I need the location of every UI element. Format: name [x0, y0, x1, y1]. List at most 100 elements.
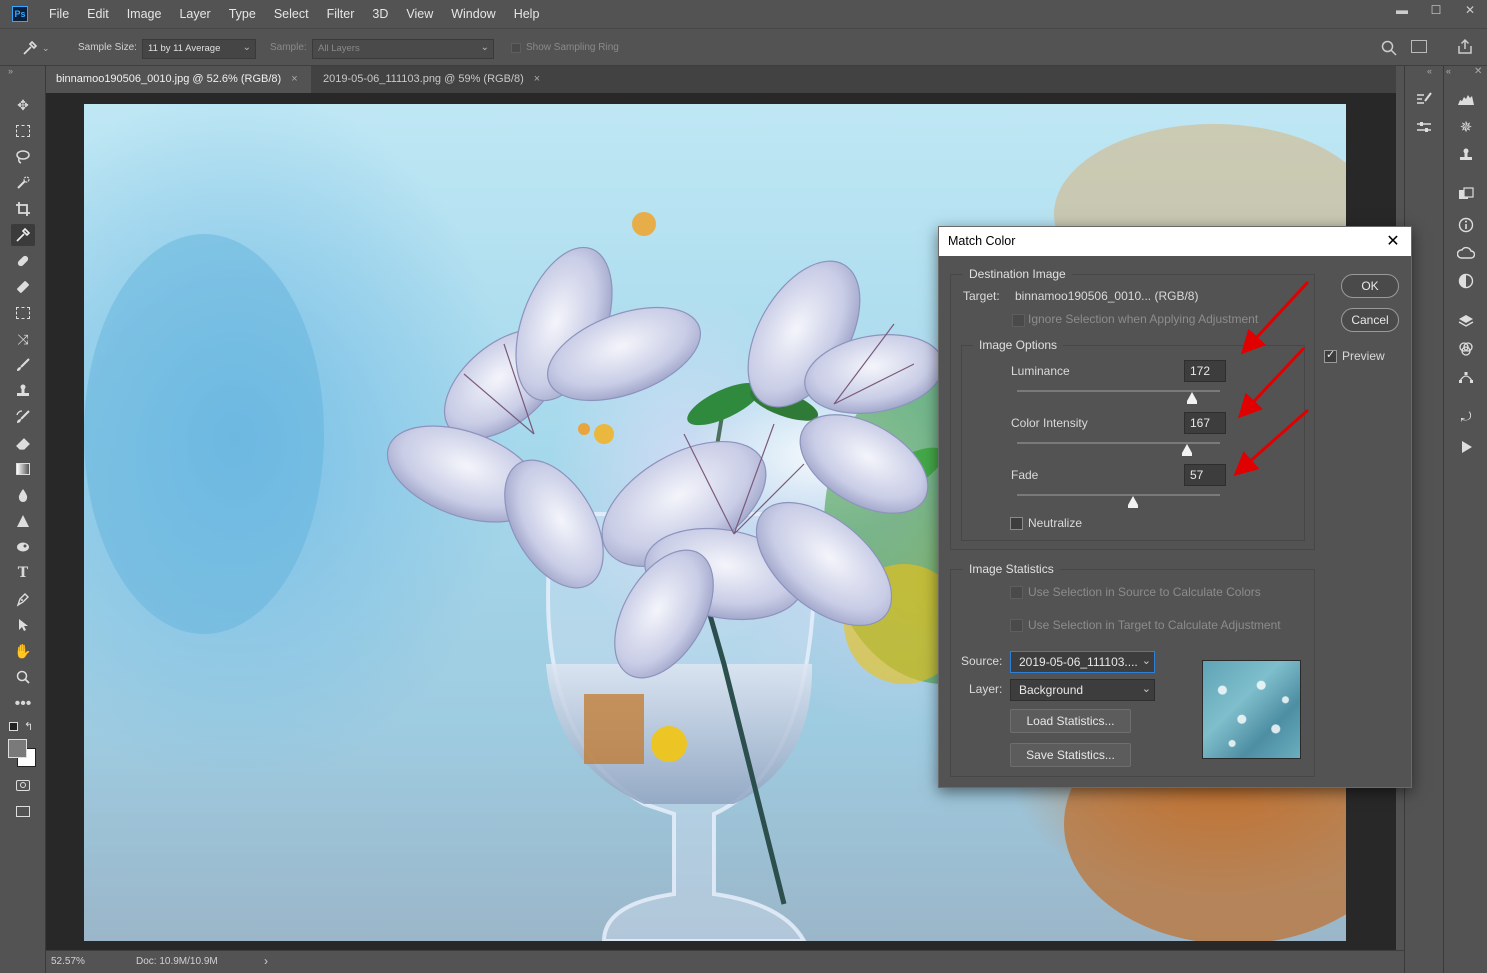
menu-edit[interactable]: Edit	[78, 0, 118, 28]
marquee-tool[interactable]	[11, 120, 35, 142]
gradient-tool[interactable]	[11, 458, 35, 480]
eraser-tool[interactable]	[11, 432, 35, 454]
menu-type[interactable]: Type	[220, 0, 265, 28]
default-colors-icon[interactable]	[9, 722, 18, 731]
path-selection-tool[interactable]	[11, 614, 35, 636]
pen-tool[interactable]	[11, 588, 35, 610]
color-intensity-label: Color Intensity	[1011, 416, 1088, 430]
layers-icon[interactable]	[1454, 310, 1478, 332]
workspace-icon[interactable]	[1411, 40, 1427, 53]
fade-slider-thumb[interactable]	[1127, 496, 1138, 508]
use-selection-target-checkbox[interactable]	[1010, 619, 1023, 632]
type-tool[interactable]: T	[11, 562, 35, 584]
menu-select[interactable]: Select	[265, 0, 318, 28]
creative-cloud-icon[interactable]	[1454, 242, 1478, 264]
sample-select[interactable]: All Layers ⌄	[312, 39, 494, 59]
brush-settings-icon[interactable]	[1412, 88, 1436, 110]
save-statistics-button[interactable]: Save Statistics...	[1010, 743, 1131, 767]
maximize-button[interactable]: ☐	[1419, 0, 1453, 20]
ok-button[interactable]: OK	[1341, 274, 1399, 298]
panel-menu-icon[interactable]: ✕	[1474, 66, 1482, 77]
menu-3d[interactable]: 3D	[363, 0, 397, 28]
fade-input[interactable]: 57	[1184, 464, 1226, 486]
eraser-icon	[16, 438, 30, 450]
sample-size-select[interactable]: 11 by 11 Average ⌄	[142, 39, 256, 59]
share-icon[interactable]	[1456, 38, 1474, 59]
minimize-button[interactable]: ▬	[1385, 0, 1419, 20]
luminance-slider-thumb[interactable]	[1186, 392, 1197, 404]
histogram-icon[interactable]	[1454, 88, 1478, 110]
fade-slider-track[interactable]	[1017, 494, 1220, 496]
quick-select-tool[interactable]	[11, 172, 35, 194]
history-icon[interactable]: ⤾	[1454, 406, 1478, 428]
menu-filter[interactable]: Filter	[318, 0, 364, 28]
info-icon[interactable]	[1454, 214, 1478, 236]
collapse-panel-icon[interactable]: »	[8, 66, 13, 76]
neutralize-checkbox[interactable]	[1010, 517, 1023, 530]
luminance-input[interactable]: 172	[1184, 360, 1226, 382]
healing-brush-tool[interactable]	[11, 250, 35, 272]
brush-tool[interactable]	[11, 354, 35, 376]
tool-preset-picker[interactable]: ⌄	[22, 38, 56, 58]
use-selection-target-label: Use Selection in Target to Calculate Adj…	[1028, 618, 1281, 632]
zoom-tool[interactable]	[11, 666, 35, 688]
source-select[interactable]: 2019-05-06_111103.... ⌄	[1010, 651, 1155, 673]
brush-icon	[17, 358, 30, 371]
navigator-icon[interactable]: ✵	[1454, 116, 1478, 138]
brush-presets-icon[interactable]	[1412, 116, 1436, 138]
eyedropper-tool[interactable]	[11, 224, 35, 246]
crop-tool[interactable]	[11, 198, 35, 220]
sharpen-tool[interactable]	[11, 510, 35, 532]
use-selection-source-checkbox[interactable]	[1010, 586, 1023, 599]
actions-play-icon[interactable]	[1454, 436, 1478, 458]
tab-2019-05-06[interactable]: 2019-05-06_111103.png @ 59% (RGB/8) ×	[313, 66, 555, 93]
content-aware-move-tool[interactable]	[11, 302, 35, 324]
load-statistics-button[interactable]: Load Statistics...	[1010, 709, 1131, 733]
tab-binnamoo[interactable]: binnamoo190506_0010.jpg @ 52.6% (RGB/8) ×	[46, 66, 311, 93]
tab-label: binnamoo190506_0010.jpg @ 52.6% (RGB/8)	[56, 73, 282, 85]
preview-checkbox[interactable]	[1324, 348, 1337, 363]
menu-image[interactable]: Image	[118, 0, 171, 28]
hand-tool[interactable]: ✋	[11, 640, 35, 662]
layer-select[interactable]: Background ⌄	[1010, 679, 1155, 701]
close-window-button[interactable]: ✕	[1453, 0, 1487, 20]
expand-panel-icon[interactable]: «	[1446, 66, 1451, 76]
quick-mask-button[interactable]	[11, 774, 35, 796]
menu-file[interactable]: File	[40, 0, 78, 28]
menu-help[interactable]: Help	[505, 0, 549, 28]
sponge-icon	[17, 542, 29, 552]
dodge-tool[interactable]	[11, 536, 35, 558]
channels-icon[interactable]	[1454, 338, 1478, 360]
close-icon[interactable]: ✕	[1383, 231, 1403, 251]
close-icon[interactable]: ×	[534, 73, 540, 85]
lasso-tool[interactable]	[11, 146, 35, 168]
adjustments-icon[interactable]	[1454, 270, 1478, 292]
blur-tool[interactable]	[11, 484, 35, 506]
libraries-icon[interactable]	[1454, 184, 1478, 206]
clone-stamp-tool[interactable]	[11, 380, 35, 402]
move-tool[interactable]: ✥	[11, 94, 35, 116]
ignore-selection-checkbox[interactable]	[1012, 314, 1025, 327]
paths-icon[interactable]	[1454, 366, 1478, 388]
swap-colors-icon[interactable]: ↰	[24, 720, 33, 733]
color-intensity-slider-thumb[interactable]	[1181, 444, 1192, 456]
clone-source-icon[interactable]	[1454, 144, 1478, 166]
zoom-level[interactable]: 52.57%	[51, 956, 85, 967]
cancel-button[interactable]: Cancel	[1341, 308, 1399, 332]
history-brush-tool[interactable]	[11, 406, 35, 428]
color-intensity-input[interactable]: 167	[1184, 412, 1226, 434]
screen-mode-button[interactable]	[11, 800, 35, 822]
menu-view[interactable]: View	[397, 0, 442, 28]
patch-tool[interactable]	[11, 276, 35, 298]
menu-layer[interactable]: Layer	[170, 0, 219, 28]
menu-window[interactable]: Window	[442, 0, 504, 28]
dialog-title: Match Color	[939, 227, 1411, 256]
status-menu-arrow[interactable]: ›	[264, 954, 268, 968]
collapse-panel-icon[interactable]: «	[1427, 66, 1432, 76]
foreground-color-swatch[interactable]	[8, 739, 27, 758]
close-icon[interactable]: ×	[291, 73, 297, 85]
more-tools-button[interactable]: •••	[11, 693, 35, 715]
search-icon[interactable]	[1380, 39, 1398, 60]
red-eye-tool[interactable]: ⤨	[11, 328, 35, 350]
show-sampling-ring-checkbox[interactable]	[511, 43, 521, 53]
